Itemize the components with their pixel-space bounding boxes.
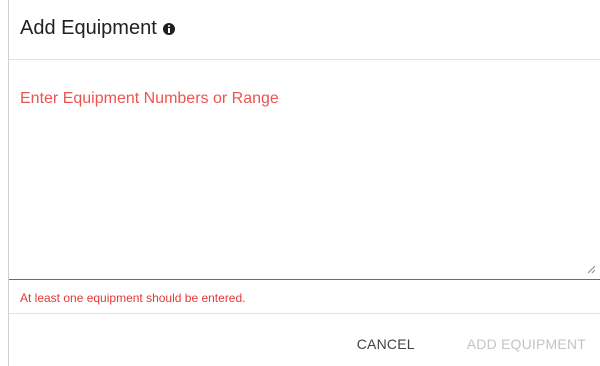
add-equipment-dialog: Add Equipment Enter Equipment Numbers or… [8,0,600,366]
resize-handle-icon[interactable] [587,265,596,274]
validation-error-message: At least one equipment should be entered… [20,291,246,305]
dialog-actions: CANCEL ADD EQUIPMENT [357,336,586,352]
dialog-header: Add Equipment [20,13,175,43]
info-icon[interactable] [162,23,175,35]
cancel-button[interactable]: CANCEL [357,336,415,352]
equipment-input-wrapper: Enter Equipment Numbers or Range [9,60,600,281]
dialog-title: Add Equipment [20,17,157,39]
equipment-numbers-input[interactable] [9,60,600,280]
add-equipment-button[interactable]: ADD EQUIPMENT [467,336,586,352]
footer-divider [9,313,600,314]
